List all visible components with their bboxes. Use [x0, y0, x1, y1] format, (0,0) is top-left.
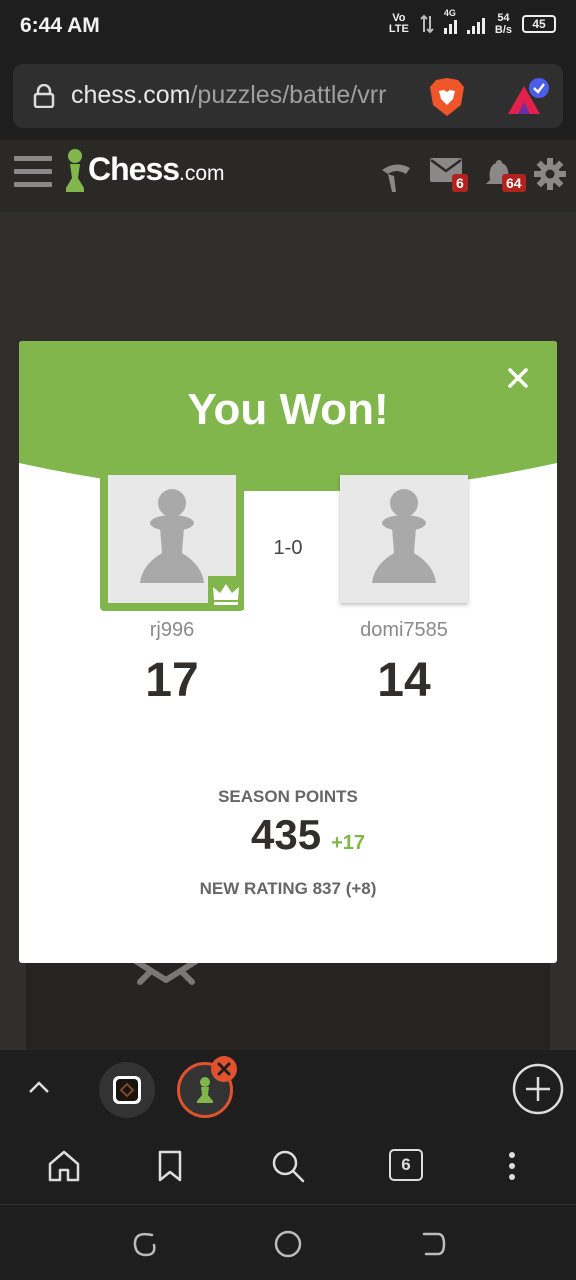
site-favicon-icon — [113, 1076, 141, 1104]
net-speed-unit: B/s — [494, 24, 512, 36]
browser-top-bar: chess.com/puzzles/battle/vrr — [0, 54, 576, 140]
brave-shields-icon[interactable] — [428, 77, 466, 117]
search-icon[interactable] — [270, 1148, 306, 1184]
player-left-name[interactable]: rj996 — [82, 619, 262, 642]
browser-toolbar: 6 — [0, 1130, 576, 1204]
chevron-up-icon[interactable] — [26, 1074, 52, 1100]
status-icons: Vo LTE 4G 54 B/s 45 — [388, 8, 556, 36]
announcement-icon[interactable] — [378, 158, 414, 194]
messages-button[interactable]: 6 — [430, 158, 470, 198]
season-points-label: SEASON POINTS — [218, 787, 358, 806]
background-panel — [26, 962, 550, 1050]
winner-crown-badge — [208, 576, 244, 610]
tab-count-button[interactable]: 6 — [389, 1149, 423, 1181]
status-time: 6:44 AM — [20, 14, 100, 37]
signal-bars-2-icon — [466, 14, 485, 34]
recent-apps-icon[interactable] — [130, 1229, 160, 1259]
address-bar[interactable]: chess.com/puzzles/battle/vrr — [13, 64, 563, 128]
result-title: You Won! — [187, 385, 389, 434]
url-text[interactable]: chess.com/puzzles/battle/vrr — [71, 81, 386, 110]
site-header: Chess.com 6 64 — [0, 140, 576, 212]
player-right-avatar[interactable] — [340, 475, 468, 603]
more-menu-icon[interactable] — [494, 1148, 530, 1184]
logo-word: Chess — [88, 151, 180, 187]
pawn-avatar-icon — [372, 489, 436, 583]
brave-rewards-icon[interactable] — [504, 78, 550, 118]
net-speed-value: 54 — [497, 12, 510, 24]
game-result: 1-0 — [273, 537, 303, 559]
player-right-score: 14 — [377, 654, 431, 707]
gear-icon[interactable] — [534, 158, 566, 190]
notifications-button[interactable]: 64 — [484, 158, 534, 198]
result-modal: You Won! 1-0 rj996 domi7585 17 14 SEASON… — [19, 341, 557, 963]
url-path: /puzzles/battle/vrr — [190, 81, 387, 109]
data-arrows-icon — [420, 14, 434, 34]
home-circle-icon[interactable] — [273, 1229, 303, 1259]
tab-strip — [0, 1050, 576, 1130]
url-host: chess.com — [71, 81, 191, 109]
player-right-name[interactable]: domi7585 — [314, 619, 494, 642]
volte-indicator: Vo LTE — [388, 13, 410, 35]
bookmark-icon[interactable] — [152, 1148, 188, 1184]
back-icon[interactable] — [418, 1229, 448, 1259]
chess-logo[interactable]: Chess.com — [64, 148, 225, 194]
network-signal: 4G — [443, 8, 457, 34]
new-rating: NEW RATING 837 (+8) — [199, 879, 377, 898]
system-nav-bar — [0, 1204, 576, 1280]
home-icon[interactable] — [46, 1148, 82, 1184]
logo-pawn-icon — [66, 149, 84, 192]
close-tab-button[interactable] — [211, 1056, 237, 1082]
logo-text: Chess.com — [88, 149, 225, 194]
player-left-score: 17 — [145, 654, 199, 707]
crown-icon — [213, 584, 239, 605]
tab-thumbnail-1[interactable] — [99, 1062, 155, 1118]
network-type: 4G — [443, 8, 456, 18]
menu-hamburger-icon[interactable] — [14, 156, 52, 192]
battery-level: 45 — [532, 17, 546, 31]
new-tab-icon[interactable] — [512, 1063, 564, 1115]
season-points-value: 435 — [250, 811, 322, 858]
battery-icon: 45 — [522, 15, 556, 33]
messages-badge: 6 — [452, 174, 468, 192]
season-points: 435 +17 — [19, 811, 557, 859]
volte-text-2: LTE — [388, 23, 409, 35]
net-speed: 54 B/s — [495, 12, 512, 36]
season-points-delta: +17 — [331, 832, 365, 854]
logo-suffix: .com — [179, 162, 225, 185]
notifications-badge: 64 — [502, 174, 526, 192]
lock-icon[interactable] — [33, 84, 55, 108]
close-tab-icon — [217, 1062, 231, 1076]
status-bar: 6:44 AM Vo LTE 4G 54 B/s 45 — [0, 0, 576, 54]
